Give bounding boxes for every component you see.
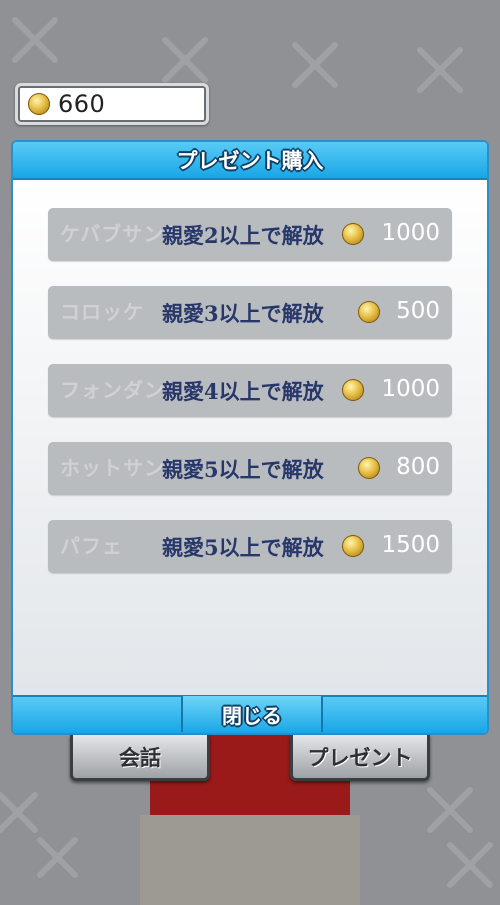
unlock-requirement: 親愛5以上で解放 (162, 457, 324, 482)
dialog-header: プレゼント購入 (13, 142, 487, 180)
coin-balance: 660 (15, 83, 209, 125)
item-row-hot-sandwich[interactable]: ホットサンド 親愛5以上で解放 800 (48, 442, 452, 495)
dialog-item-list: ケバブサンド 親愛2以上で解放 1000 コロッケ 親愛3以上で解放 500 フ… (13, 180, 487, 695)
dialog-title: プレゼント購入 (176, 149, 324, 173)
dialog-footer: 閉じる (13, 695, 487, 733)
unlock-requirement: 親愛4以上で解放 (162, 379, 324, 404)
present-button[interactable]: プレゼント (290, 735, 430, 781)
coin-icon (358, 301, 380, 323)
present-purchase-dialog: プレゼント購入 ケバブサンド 親愛2以上で解放 1000 コロッケ 親愛3以上で… (11, 140, 489, 735)
talk-button-label: 会話 (119, 745, 161, 770)
close-button[interactable]: 閉じる (181, 696, 323, 732)
unlock-requirement: 親愛2以上で解放 (162, 223, 324, 248)
item-row-fondant[interactable]: フォンダン 親愛4以上で解放 1000 (48, 364, 452, 417)
coin-icon (28, 93, 50, 115)
coin-icon (342, 535, 364, 557)
unlock-requirement: 親愛5以上で解放 (162, 535, 324, 560)
coin-icon (358, 457, 380, 479)
item-price: 1500 (381, 532, 440, 558)
item-row-parfait[interactable]: パフェ 親愛5以上で解放 1500 (48, 520, 452, 573)
item-price: 500 (396, 298, 440, 324)
item-row-kebab[interactable]: ケバブサンド 親愛2以上で解放 1000 (48, 208, 452, 261)
item-name: コロッケ (60, 300, 144, 324)
item-row-croquette[interactable]: コロッケ 親愛3以上で解放 500 (48, 286, 452, 339)
item-price: 1000 (381, 376, 440, 402)
item-price: 800 (396, 454, 440, 480)
item-name: パフェ (60, 534, 123, 558)
item-price: 1000 (381, 220, 440, 246)
coin-icon (342, 379, 364, 401)
close-button-label: 閉じる (222, 703, 282, 728)
talk-button[interactable]: 会話 (70, 735, 210, 781)
coin-icon (342, 223, 364, 245)
coin-balance-value: 660 (58, 90, 106, 118)
unlock-requirement: 親愛3以上で解放 (162, 301, 324, 326)
present-button-label: プレゼント (307, 745, 413, 770)
item-name: フォンダン (60, 378, 165, 402)
